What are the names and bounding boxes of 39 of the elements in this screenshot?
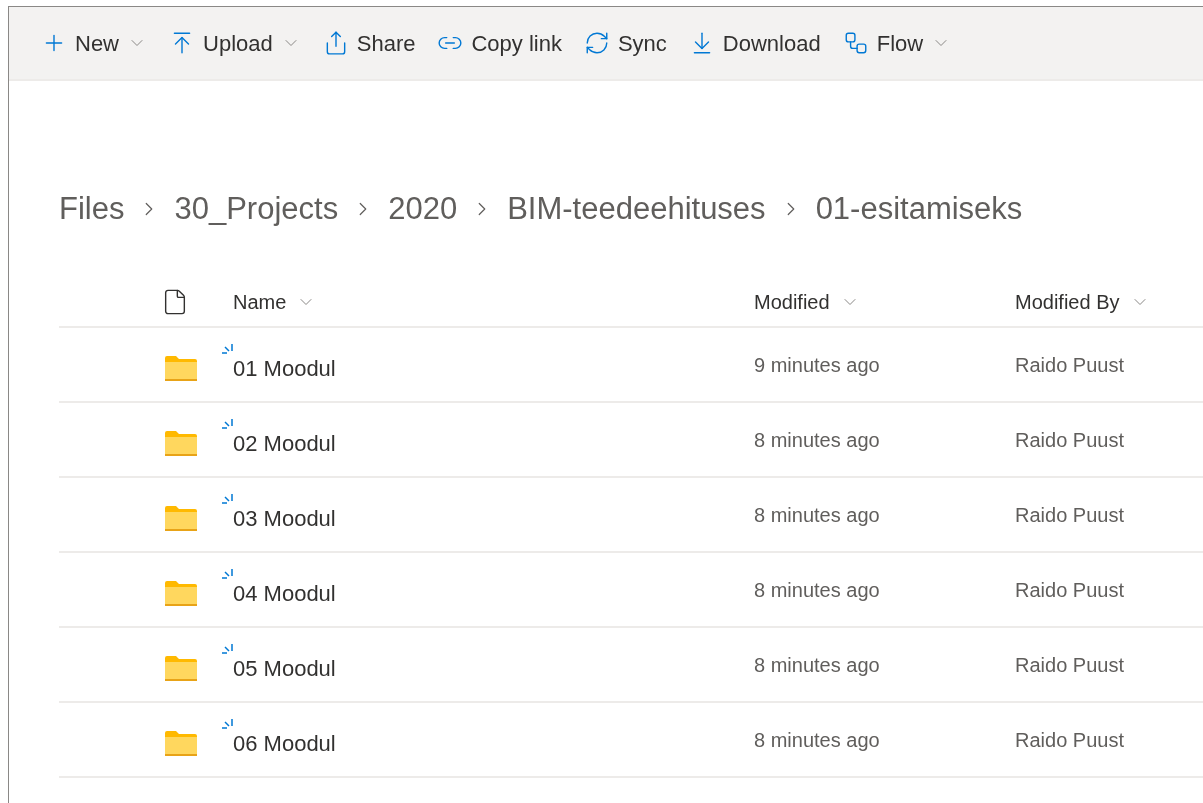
breadcrumb-link[interactable]: BIM-teedeehituses	[507, 185, 766, 233]
column-header[interactable]: Name	[233, 287, 754, 317]
modified-cell-text: 8 minutes ago	[754, 427, 881, 453]
folder-icon	[165, 505, 197, 532]
folder-icon	[165, 580, 197, 607]
modified-cell-text: 8 minutes ago	[754, 502, 881, 528]
toolbar-button[interactable]: Upload	[169, 26, 301, 60]
folder-name-link[interactable]: 03 Moodul	[233, 506, 336, 531]
breadcrumb-link[interactable]: 2020	[388, 185, 458, 233]
modified-by-cell-text: Raido Puust	[1015, 727, 1124, 753]
folder-icon	[165, 355, 197, 382]
modified-by-cell-text: Raido Puust	[1015, 352, 1124, 378]
modified-cell-text: 8 minutes ago	[754, 577, 881, 603]
toolbar-button[interactable]: Sync	[583, 26, 667, 60]
modified-cell-text: 9 minutes ago	[754, 352, 881, 378]
toolbar-button[interactable]: New	[41, 26, 147, 60]
modified-by-cell-text: Raido Puust	[1015, 577, 1124, 603]
modified-cell-text: 8 minutes ago	[754, 727, 881, 753]
column-header[interactable]: Modified By	[1015, 287, 1150, 317]
toolbar-button[interactable]: Share	[322, 26, 416, 60]
column-header[interactable]: Modified	[754, 287, 1015, 317]
folder-icon	[165, 430, 197, 457]
folder-icon	[165, 655, 197, 682]
modified-cell-text: 8 minutes ago	[754, 652, 881, 678]
modified-by-cell-text: Raido Puust	[1015, 652, 1124, 678]
breadcrumb-link[interactable]: 01-esitamiseks	[815, 185, 1023, 233]
modified-by-cell-text: Raido Puust	[1015, 427, 1124, 453]
folder-name-link[interactable]: 06 Moodul	[233, 731, 336, 756]
breadcrumb-link[interactable]: 30_Projects	[174, 185, 339, 233]
folder-icon	[165, 730, 197, 757]
toolbar-button[interactable]: Copy link	[437, 26, 562, 60]
breadcrumb-link[interactable]: Files	[59, 185, 125, 233]
folder-name-link[interactable]: 02 Moodul	[233, 431, 336, 456]
toolbar-button[interactable]: Flow	[842, 26, 952, 60]
modified-by-cell-text: Raido Puust	[1015, 502, 1124, 528]
folder-name-link[interactable]: 04 Moodul	[233, 581, 336, 606]
folder-name-link[interactable]: 05 Moodul	[233, 656, 336, 681]
folder-name-link[interactable]: 01 Moodul	[233, 356, 336, 381]
toolbar-button[interactable]: Download	[688, 26, 821, 60]
